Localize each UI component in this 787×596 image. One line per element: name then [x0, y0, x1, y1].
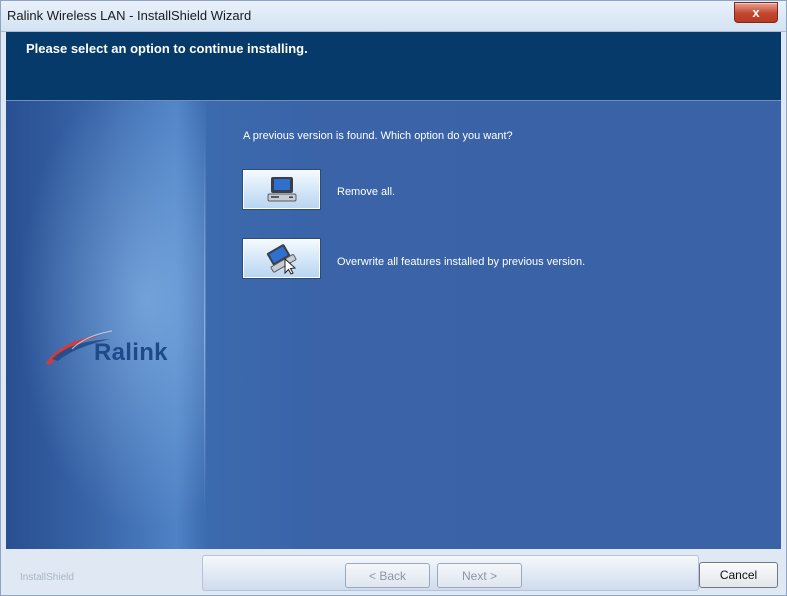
computer-icon: [267, 176, 296, 201]
back-label: < Back: [368, 568, 407, 583]
wizard-footer: InstallShield < Back Next > Cancel: [6, 549, 781, 593]
remove-all-button[interactable]: [242, 169, 321, 210]
next-label: Next >: [461, 568, 497, 583]
close-icon: x: [752, 5, 760, 20]
ralink-logo: Ralink: [42, 319, 202, 369]
title-bar[interactable]: Ralink Wireless LAN - InstallShield Wiza…: [1, 1, 786, 32]
close-button[interactable]: x: [734, 2, 778, 23]
remove-all-label: Remove all.: [337, 186, 396, 198]
installer-window: Ralink Wireless LAN - InstallShield Wiza…: [0, 0, 787, 596]
side-panel-divider: [204, 141, 205, 521]
overwrite-label: Overwrite all features installed by prev…: [337, 256, 586, 268]
next-button[interactable]: Next >: [437, 563, 522, 588]
cancel-button[interactable]: Cancel: [699, 562, 778, 588]
overwrite-button[interactable]: [242, 238, 321, 279]
wizard-body: Ralink A previous version is found. Whic…: [6, 101, 781, 549]
wizard-header: Please select an option to continue inst…: [6, 32, 781, 101]
window-title: Ralink Wireless LAN - InstallShield Wiza…: [7, 8, 252, 23]
installshield-brand: InstallShield: [20, 572, 74, 583]
back-button[interactable]: < Back: [345, 563, 430, 588]
cancel-label: Cancel: [719, 568, 758, 582]
logo-text: Ralink: [94, 339, 168, 366]
header-text: Please select an option to continue inst…: [26, 41, 308, 56]
option-question: A previous version is found. Which optio…: [243, 130, 513, 142]
laptop-cursor-icon: [266, 243, 296, 275]
